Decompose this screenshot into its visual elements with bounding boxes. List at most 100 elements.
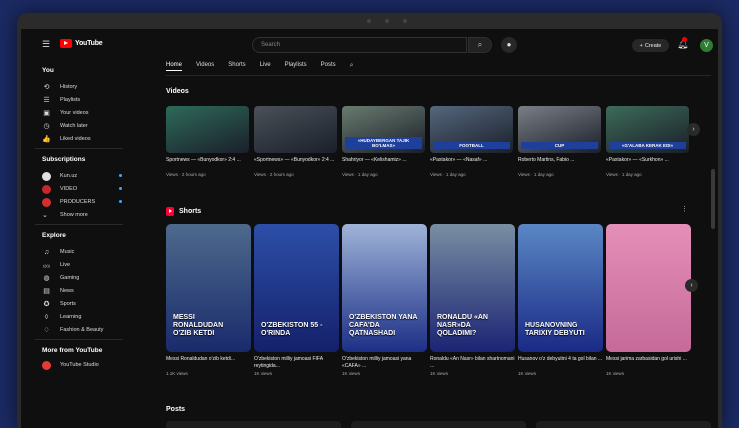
video-title[interactable]: Roberto Martins, Fabio ... bbox=[518, 157, 601, 170]
short-title[interactable]: O'zbekiston milliy jamoasi yana «CAFA» .… bbox=[342, 356, 427, 369]
tab-home[interactable]: Home bbox=[166, 62, 183, 71]
video-thumbnail[interactable] bbox=[254, 106, 337, 153]
video-card[interactable]: «G'ALABA KERAK EDI» «Paxtakor» — «Surkhon… bbox=[606, 106, 689, 177]
short-title[interactable]: Ronaldu «An Nasr» bilan shartnomani ... bbox=[430, 356, 515, 369]
sidebar-subscription-item[interactable]: ⌄ Show more bbox=[42, 209, 122, 221]
video-thumbnail[interactable]: «G'ALABA KERAK EDI» bbox=[606, 106, 689, 153]
short-thumbnail[interactable] bbox=[606, 224, 691, 352]
thumbnail-caption: CUP bbox=[521, 142, 598, 149]
short-caption: Husanovning tarixiy debyuti bbox=[525, 322, 585, 337]
shorts-next-arrow-icon[interactable]: › bbox=[685, 279, 698, 292]
post-card[interactable] bbox=[536, 421, 711, 428]
sidebar-heading-you[interactable]: You bbox=[42, 67, 54, 74]
short-thumbnail[interactable]: Messi Ronaldudan o'zib ketdi bbox=[166, 224, 251, 352]
video-thumbnail[interactable]: «HUDAYBERGAN TAJIK BO'LMAS» bbox=[342, 106, 425, 153]
short-card[interactable]: Husanovning tarixiy debyuti Husanov o'z d… bbox=[518, 224, 603, 376]
sidebar-item-label: YouTube Studio bbox=[60, 362, 99, 368]
more-options-icon[interactable]: ⋮ bbox=[681, 205, 688, 213]
sidebar-heading-subscriptions[interactable]: Subscriptions bbox=[42, 156, 85, 163]
microphone-icon[interactable]: ● bbox=[501, 37, 517, 53]
create-button[interactable]: + Create bbox=[632, 39, 669, 52]
video-thumbnail[interactable] bbox=[166, 106, 249, 153]
video-title[interactable]: «Paxtakor» — «Nasaf» ... bbox=[430, 157, 513, 170]
avatar[interactable]: V bbox=[700, 39, 713, 52]
sidebar-item[interactable]: ((•)) Live bbox=[42, 259, 122, 271]
short-thumbnail[interactable]: O'zbekiston yana CAFA'da qatnashadi bbox=[342, 224, 427, 352]
sidebar-item-label: Fashion & Beauty bbox=[60, 327, 104, 333]
sidebar-item[interactable]: ◊ Learning bbox=[42, 311, 122, 323]
video-card[interactable]: «Sportnews» — «Bunyodkor» 2:4 ... Views ·… bbox=[254, 106, 337, 177]
tab-playlists[interactable]: Playlists bbox=[285, 62, 307, 71]
short-thumbnail[interactable]: Husanovning tarixiy debyuti bbox=[518, 224, 603, 352]
tab-videos[interactable]: Videos bbox=[196, 62, 214, 71]
video-card[interactable]: CUP Roberto Martins, Fabio ... Views · 1 d… bbox=[518, 106, 601, 177]
video-title[interactable]: Shahriyor — «Kelishamiz» ... bbox=[342, 157, 425, 170]
post-card[interactable] bbox=[351, 421, 526, 428]
video-card[interactable]: Sportnews — «Bunyodkor» 2:4 ... Views · 2… bbox=[166, 106, 249, 177]
videos-section-title: Videos bbox=[166, 88, 189, 95]
plus-icon: + bbox=[639, 42, 643, 49]
youtube-logo[interactable]: YouTube bbox=[60, 39, 103, 48]
video-meta: Views · 2 hours ago bbox=[166, 172, 206, 177]
video-card[interactable]: «HUDAYBERGAN TAJIK BO'LMAS» Shahriyor — «… bbox=[342, 106, 425, 177]
video-title[interactable]: Sportnews — «Bunyodkor» 2:4 ... bbox=[166, 157, 249, 170]
short-thumbnail[interactable]: O'zbekiston 55 - o'rinda bbox=[254, 224, 339, 352]
short-views: 1K views bbox=[342, 371, 361, 376]
sidebar-item-label: Kun.uz bbox=[60, 173, 78, 179]
next-arrow-icon[interactable]: › bbox=[687, 123, 700, 136]
short-title[interactable]: Husanov o'z debyutini 4 ta gol bilan ... bbox=[518, 356, 603, 369]
sidebar-item[interactable]: ▤ News bbox=[42, 285, 122, 297]
search-input[interactable]: Search bbox=[252, 37, 467, 53]
search-icon[interactable]: ⌕ bbox=[468, 37, 492, 53]
news-icon: ▤ bbox=[43, 288, 50, 295]
video-meta: Views · 1 day ago bbox=[342, 172, 378, 177]
sidebar-item[interactable]: ▣ Your videos bbox=[42, 107, 122, 119]
sidebar-item[interactable]: ☰ Playlists bbox=[42, 94, 122, 106]
scrollbar[interactable] bbox=[711, 169, 715, 229]
short-card[interactable]: Messi Ronaldudan o'zib ketdi Messi Ronald… bbox=[166, 224, 251, 376]
short-title[interactable]: O'zbekiston milliy jamoasi FIFA reytingi… bbox=[254, 356, 339, 369]
tab-posts[interactable]: Posts bbox=[321, 62, 336, 71]
search-icon[interactable]: ⌕ bbox=[350, 62, 354, 71]
sidebar-item[interactable]: ◍ Gaming bbox=[42, 272, 122, 284]
sidebar-item[interactable]: YouTube Studio bbox=[42, 359, 122, 371]
menu-icon[interactable]: ☰ bbox=[42, 40, 51, 49]
sidebar-item[interactable]: ✪ Sports bbox=[42, 298, 122, 310]
sidebar-heading-explore[interactable]: Explore bbox=[42, 232, 66, 239]
video-thumbnail[interactable]: FOOTBALL bbox=[430, 106, 513, 153]
post-card[interactable] bbox=[166, 421, 341, 428]
sidebar-item[interactable]: 👍 Liked videos bbox=[42, 133, 122, 145]
channel-tabs: Home Videos Shorts Live Playlists Posts ⌕ bbox=[166, 62, 354, 71]
short-card[interactable]: O'zbekiston yana CAFA'da qatnashadi O'zbe… bbox=[342, 224, 427, 376]
tab-live[interactable]: Live bbox=[260, 62, 271, 71]
short-card[interactable]: Ronaldu «An Nasr»da qoladimi? Ronaldu «An… bbox=[430, 224, 515, 376]
learning-icon: ◊ bbox=[44, 313, 49, 321]
sidebar-subscription-item[interactable]: PRODUCERS bbox=[42, 196, 122, 208]
video-title[interactable]: «Sportnews» — «Bunyodkor» 2:4 ... bbox=[254, 157, 337, 170]
sidebar-item[interactable]: ⟲ History bbox=[42, 81, 122, 93]
video-title[interactable]: «Paxtakor» — «Surkhon» ... bbox=[606, 157, 689, 170]
tab-shorts[interactable]: Shorts bbox=[228, 62, 245, 71]
short-title[interactable]: Messi jarima zarbasidan gol urishi ... bbox=[606, 356, 691, 369]
video-thumbnail[interactable]: CUP bbox=[518, 106, 601, 153]
video-card[interactable]: FOOTBALL «Paxtakor» — «Nasaf» ... Views · … bbox=[430, 106, 513, 177]
create-label: Create bbox=[644, 42, 662, 49]
short-views: 1.1K views bbox=[166, 371, 188, 376]
notifications-bell-icon[interactable]: 🔔︎ bbox=[677, 37, 688, 50]
sidebar-item[interactable]: ♫ Music bbox=[42, 246, 122, 258]
channel-avatar bbox=[42, 197, 51, 207]
short-card[interactable]: Messi jarima zarbasidan gol urishi ... 1K… bbox=[606, 224, 691, 376]
sidebar-item-label: Sports bbox=[60, 301, 76, 307]
short-title[interactable]: Messi Ronaldudan o'zib ketdi... bbox=[166, 356, 251, 369]
posts-row bbox=[166, 421, 711, 428]
sidebar-subscription-item[interactable]: VIDEO bbox=[42, 183, 122, 195]
sidebar-item[interactable]: ♢ Fashion & Beauty bbox=[42, 324, 122, 336]
short-thumbnail[interactable]: Ronaldu «An Nasr»da qoladimi? bbox=[430, 224, 515, 352]
channel-avatar bbox=[42, 171, 51, 181]
sidebar-heading-more[interactable]: More from YouTube bbox=[42, 347, 102, 354]
sidebar-subscription-item[interactable]: Kun.uz bbox=[42, 170, 122, 182]
tabs-divider bbox=[166, 75, 711, 76]
playlist-icon: ☰ bbox=[43, 97, 50, 104]
sidebar-item[interactable]: ◷ Watch later bbox=[42, 120, 122, 132]
short-card[interactable]: O'zbekiston 55 - o'rinda O'zbekiston mill… bbox=[254, 224, 339, 376]
